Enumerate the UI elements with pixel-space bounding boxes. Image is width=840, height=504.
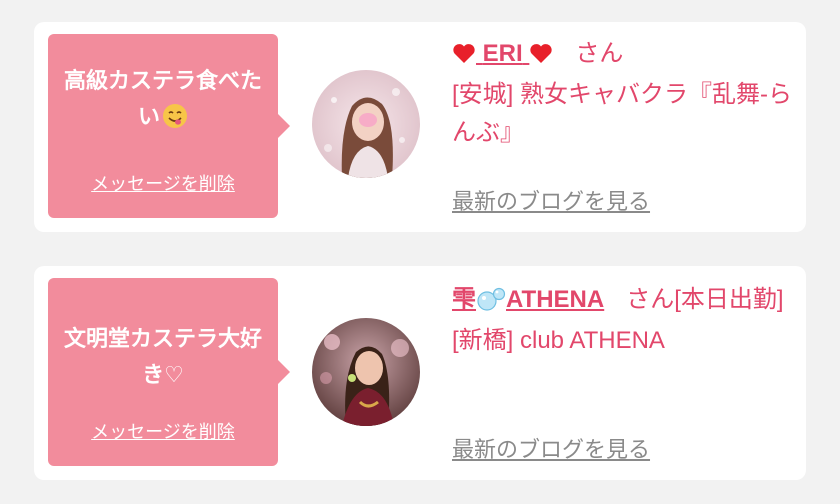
avatar[interactable] (312, 318, 420, 426)
favorite-card: 高級カステラ食べたい メッセージを削除 ERI さん [安城] 熟女キャバクラ『… (34, 22, 806, 232)
cast-name-prefix: 雫 (452, 286, 476, 313)
red-heart-icon (530, 44, 553, 63)
latest-blog-link[interactable]: 最新のブログを見る (452, 184, 650, 216)
shop-name: [新橋] club ATHENA (452, 327, 665, 354)
bubbles-icon (477, 287, 506, 311)
message-bubble: 文明堂カステラ大好き♡ メッセージを削除 (48, 278, 290, 466)
avatar[interactable] (312, 70, 420, 178)
cast-name-link[interactable]: 雫 ATHENA (452, 286, 604, 313)
cast-photo (312, 318, 420, 426)
cast-name-line: 雫 ATHENA さん[本日出勤] (452, 282, 796, 318)
message-text: 文明堂カステラ大好き♡ (63, 327, 262, 388)
delete-message-link[interactable]: メッセージを削除 (48, 170, 278, 196)
message-text: 高級カステラ食べたい (58, 64, 268, 136)
latest-blog-link[interactable]: 最新のブログを見る (452, 432, 650, 464)
message-bubble: 高級カステラ食べたい メッセージを削除 (48, 34, 290, 218)
cast-name: ATHENA (506, 286, 605, 313)
cast-name-link[interactable]: ERI (452, 40, 553, 67)
delete-message-link[interactable]: メッセージを削除 (48, 418, 278, 444)
honorific: さん[本日出勤] (626, 286, 784, 313)
honorific: さん (575, 40, 624, 67)
cast-info: ERI さん [安城] 熟女キャバクラ『乱舞-らんぶ』 (452, 36, 796, 152)
red-heart-icon (453, 44, 475, 63)
cast-photo (312, 70, 420, 178)
yum-face-icon (163, 104, 187, 128)
shop-name: [安城] 熟女キャバクラ『乱舞-らんぶ』 (452, 81, 792, 146)
cast-name-line: ERI さん (452, 36, 796, 72)
cast-name: ERI (482, 40, 523, 67)
cast-info: 雫 ATHENA さん[本日出勤] [新橋] club ATHENA (452, 282, 796, 360)
favorite-card: 文明堂カステラ大好き♡ メッセージを削除 雫 ATHENA さん[本日出勤] [… (34, 266, 806, 480)
